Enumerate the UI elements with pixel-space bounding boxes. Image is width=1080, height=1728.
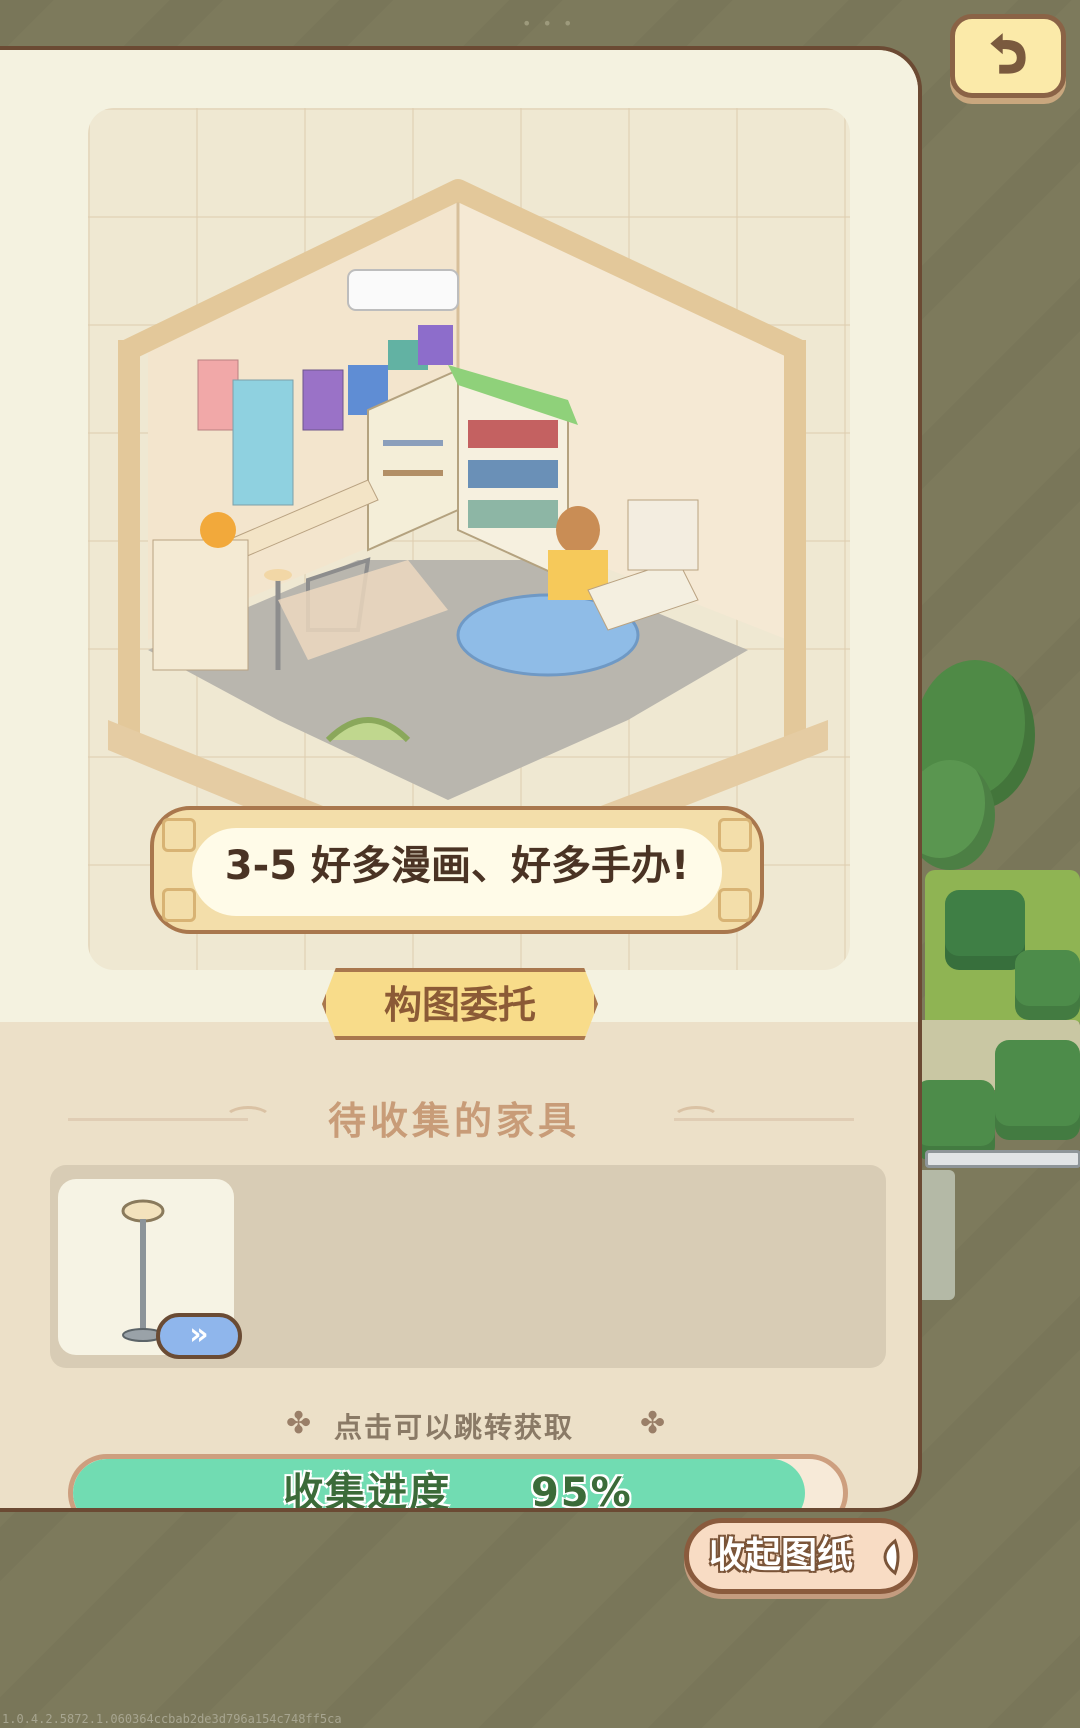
level-title: 3-5 好多漫画、好多手办!: [224, 843, 690, 889]
undo-icon: [990, 33, 1026, 74]
version-string: 1.0.4.2.5872.1.060364ccbab2de3d796a154c7…: [2, 1712, 342, 1726]
top-handle[interactable]: • • •: [522, 14, 575, 33]
blueprint-card: 3-5 好多漫画、好多手办! 构图委托 待收集的家具 » ✤ 点击可以跳转获取 …: [0, 46, 922, 1512]
collapse-arrow-icon: [883, 1538, 900, 1576]
collapse-label: 收起图纸: [709, 1535, 854, 1576]
furniture-list: »: [50, 1165, 886, 1368]
commission-tag-label: 构图委托: [383, 983, 536, 1027]
level-title-banner: 3-5 好多漫画、好多手办!: [150, 806, 764, 934]
progress-label-text: 收集进度: [283, 1470, 452, 1512]
level-title-inner: 3-5 好多漫画、好多手办!: [192, 828, 722, 916]
progress-label: 收集进度 95%: [73, 1459, 843, 1512]
collection-progress-bar: 收集进度 95%: [68, 1454, 848, 1512]
garden-scenery: [905, 640, 1080, 1330]
jump-hint: 点击可以跳转获取: [333, 1411, 574, 1444]
progress-spacer: [467, 1470, 515, 1508]
progress-value: 95%: [530, 1470, 633, 1512]
ornament: [718, 818, 752, 852]
collapse-blueprint-button[interactable]: 收起图纸: [684, 1518, 918, 1594]
ornament: [718, 888, 752, 922]
back-button[interactable]: [950, 14, 1066, 98]
go-to-source-button[interactable]: »: [156, 1313, 242, 1359]
ornament: [162, 818, 196, 852]
card-top-section: 3-5 好多漫画、好多手办! 构图委托: [0, 50, 918, 1040]
commission-tag: 构图委托: [322, 968, 598, 1040]
section-title: 待收集的家具: [327, 1099, 580, 1143]
hint-ornament-right: ✤: [640, 1406, 666, 1441]
furniture-item-floor-lamp[interactable]: »: [58, 1179, 242, 1359]
room-illustration: [108, 179, 828, 860]
ornament: [162, 888, 196, 922]
